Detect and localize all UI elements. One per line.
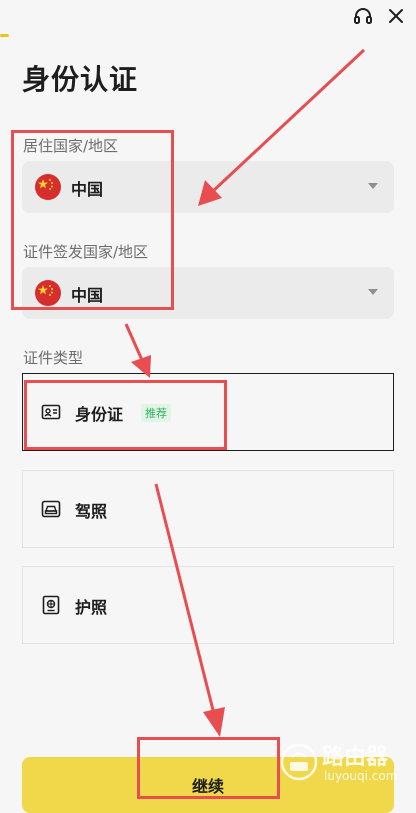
page-title: 身份认证 <box>22 63 139 96</box>
watermark-subtitle: luyouqi.com <box>324 769 398 783</box>
annotation-highlight-continue <box>137 737 280 799</box>
watermark: 路由器 luyouqi.com <box>280 737 410 793</box>
router-logo-icon <box>280 743 318 781</box>
top-bar <box>0 0 416 40</box>
document-option-passport[interactable]: 护照 <box>22 566 394 644</box>
annotation-highlight-id-card <box>24 380 227 450</box>
close-icon[interactable] <box>386 6 406 26</box>
annotation-arrow <box>124 323 144 361</box>
document-option-driver-license[interactable]: 驾照 <box>22 470 394 548</box>
headset-icon[interactable] <box>353 6 373 26</box>
car-license-icon <box>41 500 61 518</box>
chevron-down-icon <box>368 183 378 189</box>
progress-indicator <box>0 34 9 37</box>
chevron-down-icon <box>368 289 378 295</box>
passport-icon <box>42 595 60 615</box>
annotation-arrowhead <box>203 707 225 737</box>
document-option-label: 驾照 <box>75 502 108 521</box>
document-option-label: 护照 <box>75 598 108 617</box>
watermark-title: 路由器 <box>322 745 389 770</box>
annotation-highlight-country <box>11 130 174 310</box>
document-type-label: 证件类型 <box>23 349 84 367</box>
